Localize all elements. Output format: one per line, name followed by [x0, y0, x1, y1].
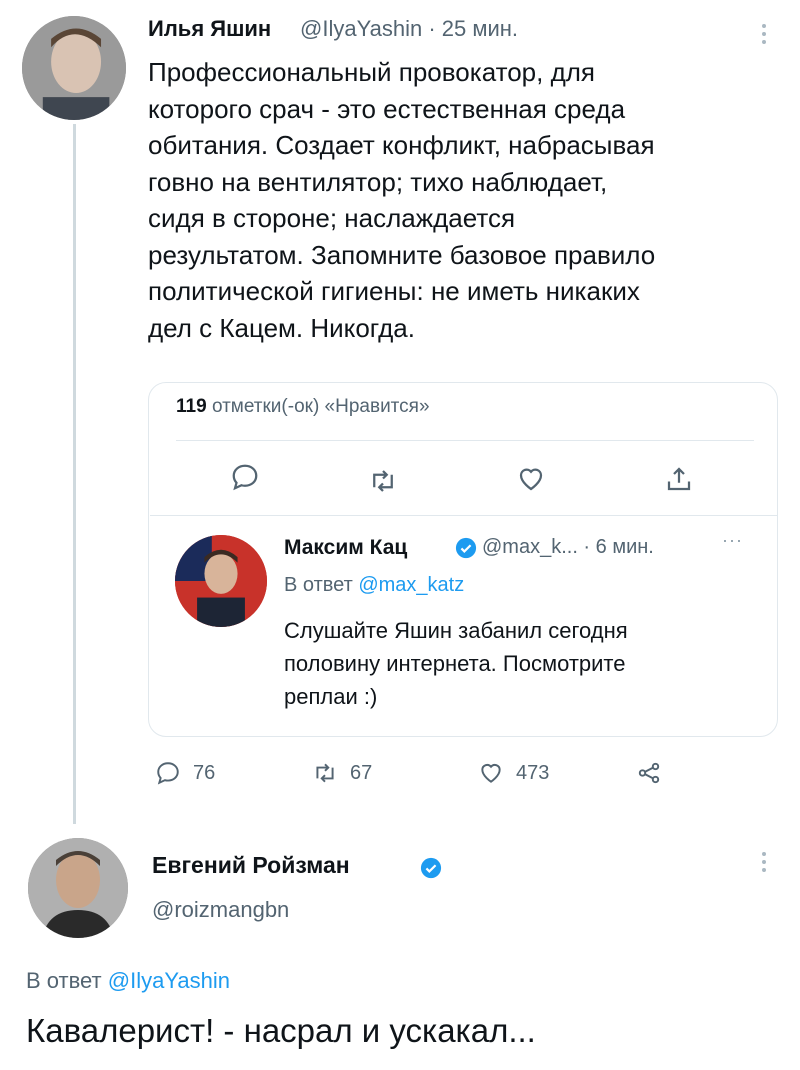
- retweet-icon: [312, 760, 338, 786]
- like-count: 473: [516, 761, 550, 784]
- divider: [176, 440, 754, 441]
- retweet-count: 67: [350, 761, 373, 784]
- tweet-text: Кавалерист! - насрал и ускакал...: [26, 1012, 536, 1049]
- like-icon[interactable]: [516, 464, 546, 494]
- reply-mention-link[interactable]: @max_katz: [358, 574, 464, 596]
- like-count-button[interactable]: 473: [478, 760, 549, 786]
- thread-line: [73, 124, 76, 824]
- retweet-icon[interactable]: [368, 466, 398, 496]
- share-button[interactable]: [636, 760, 662, 786]
- tweet-text: Профессиональный провокатор, для которог…: [148, 57, 656, 343]
- roizman-avatar[interactable]: [28, 838, 128, 938]
- reply-line: В ответ @IlyaYashin: [26, 968, 230, 994]
- author-handle-time[interactable]: @IlyaYashin · 25 мин.: [300, 16, 518, 42]
- likes-label: отметки(-ок) «Нравится»: [211, 396, 430, 417]
- reply-mention-link[interactable]: @IlyaYashin: [108, 968, 230, 993]
- katz-avatar[interactable]: [175, 535, 267, 627]
- share-nodes-icon: [636, 760, 662, 786]
- quoted-more-icon[interactable]: ···: [722, 530, 743, 551]
- reply-icon[interactable]: [230, 462, 260, 492]
- retweet-count-button[interactable]: 67: [312, 760, 372, 786]
- more-options-icon[interactable]: [760, 852, 768, 872]
- user-photo-icon: [28, 838, 128, 938]
- reply-count-button[interactable]: 76: [155, 760, 215, 786]
- user-photo-icon: [22, 16, 126, 120]
- more-options-icon[interactable]: [760, 24, 768, 44]
- verified-badge-icon: [455, 537, 477, 559]
- author-name[interactable]: Илья Яшин: [148, 16, 271, 42]
- user-photo-icon: [175, 535, 267, 627]
- quoted-reply-line: В ответ @max_katz: [284, 574, 464, 597]
- author-handle[interactable]: @roizmangbn: [152, 897, 289, 923]
- like-icon: [478, 760, 504, 786]
- likes-summary[interactable]: 119 отметки(-ок) «Нравится»: [176, 396, 430, 418]
- likes-count: 119: [176, 396, 207, 417]
- quoted-tweet-text: Слушайте Яшин забанил сегодня половину и…: [284, 618, 628, 709]
- reply-icon: [155, 760, 181, 786]
- quoted-author-name[interactable]: Максим Кац: [284, 536, 407, 560]
- reply-prefix: В ответ: [26, 968, 102, 993]
- yashin-avatar[interactable]: [22, 16, 126, 120]
- quoted-handle-time[interactable]: @max_k... · 6 мин.: [482, 536, 654, 559]
- reply-prefix: В ответ: [284, 574, 353, 596]
- reply-count: 76: [193, 761, 216, 784]
- author-name[interactable]: Евгений Ройзман: [152, 852, 350, 879]
- verified-badge-icon: [420, 857, 442, 879]
- share-icon[interactable]: [664, 464, 694, 494]
